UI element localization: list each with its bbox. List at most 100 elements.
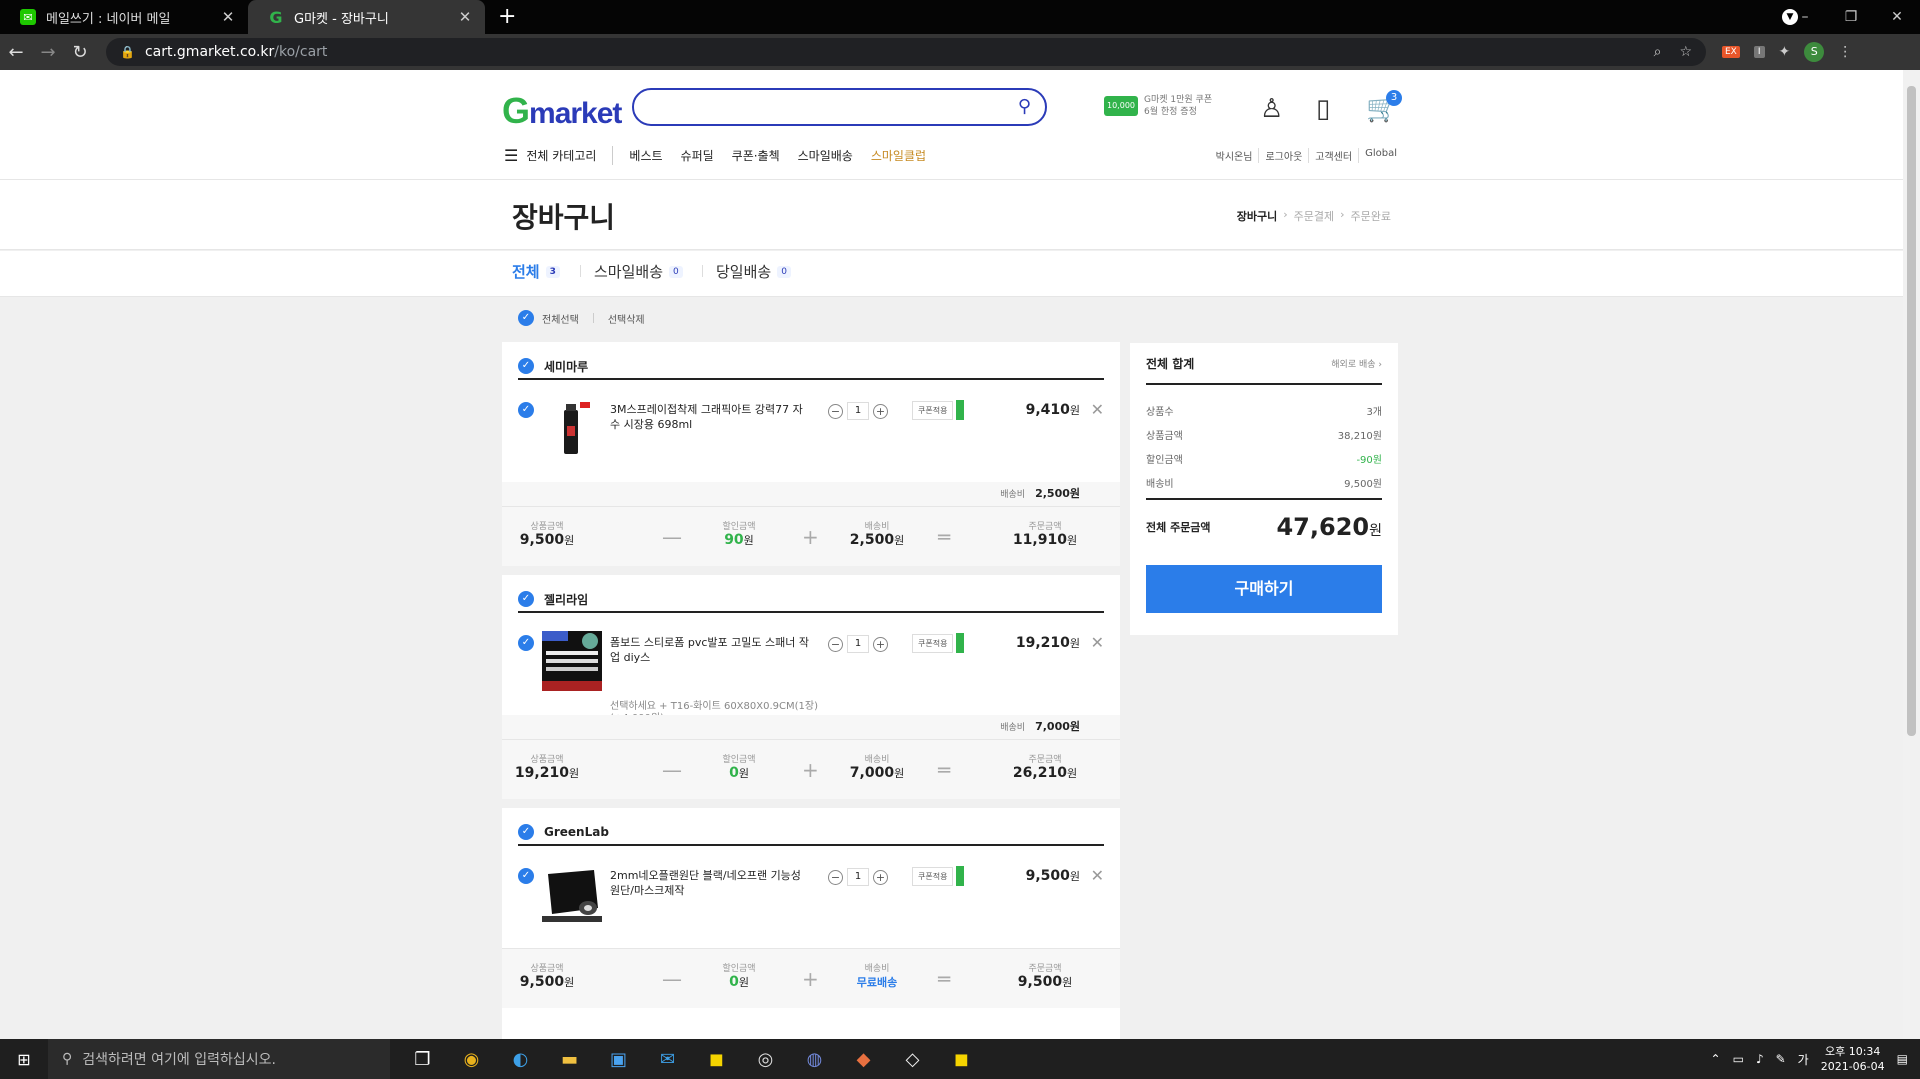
shipping-fee-row: 배송비 7,000원 — [502, 715, 1120, 739]
decrease-qty-button[interactable]: − — [828, 869, 843, 885]
extensions-puzzle-icon[interactable]: ✦ — [1779, 44, 1791, 60]
product-name[interactable]: 폼보드 스티로폼 pvc발포 고밀도 스패너 작업 diy스 — [610, 635, 810, 665]
global-link[interactable]: Global — [1358, 148, 1403, 163]
nav-smile-club[interactable]: 스마일클럽 — [871, 147, 926, 164]
purchase-button[interactable]: 구매하기 — [1146, 565, 1382, 613]
tab-all[interactable]: 전체 3 — [512, 261, 560, 282]
chrome-menu-icon[interactable]: ⋮ — [1838, 44, 1852, 60]
seller-checkbox[interactable]: ✓ — [518, 824, 534, 840]
increase-qty-button[interactable]: + — [873, 636, 888, 652]
address-bar[interactable]: 🔒 cart.gmarket.co.kr/ko/cart ⌕ ☆ — [106, 38, 1706, 66]
chrome-icon[interactable]: ◉ — [447, 1049, 496, 1070]
summary-shipping: 무료배송 — [856, 976, 898, 989]
search-icon[interactable]: ⚲ — [1018, 96, 1031, 117]
restore-icon[interactable]: ❐ — [1828, 9, 1874, 25]
product-thumbnail[interactable] — [542, 631, 602, 691]
tab-gmarket-cart[interactable]: G G마켓 - 장바구니 ✕ — [248, 0, 485, 34]
product-name[interactable]: 2mm네오플랜원단 블랙/네오프랜 기능성원단/마스크제작 — [610, 868, 810, 898]
product-thumbnail[interactable] — [542, 398, 602, 458]
task-view-icon[interactable]: ❐ — [398, 1049, 447, 1070]
coupon-apply-button[interactable]: 쿠폰적용 — [912, 400, 965, 420]
quantity-field[interactable]: 1 — [847, 402, 869, 420]
notification-icon[interactable]: ▤ — [1897, 1052, 1908, 1066]
discord-icon[interactable]: ◍ — [790, 1049, 839, 1070]
zoom-icon[interactable]: ⌕ — [1654, 44, 1662, 60]
close-tab-icon[interactable]: ✕ — [220, 8, 236, 26]
kakaotalk-icon[interactable]: ◼ — [692, 1049, 741, 1070]
coupon-promo-banner[interactable]: 10,000 G마켓 1만원 쿠폰 6월 한정 증정 — [1104, 94, 1212, 118]
overseas-shipping-link[interactable]: 해외로 배송 › — [1331, 357, 1382, 370]
page-scrollbar[interactable] — [1903, 70, 1920, 1039]
new-tab-button[interactable]: + — [498, 4, 516, 29]
app-icon[interactable]: ◆ — [839, 1049, 888, 1070]
seller-name[interactable]: 세미마루 — [544, 358, 588, 375]
forward-icon[interactable]: → — [32, 42, 64, 63]
item-price: 9,410원 — [1025, 402, 1080, 418]
obs-icon[interactable]: ◎ — [741, 1049, 790, 1070]
logout-link[interactable]: 로그아웃 — [1258, 148, 1308, 163]
search-input[interactable]: ⚲ — [632, 88, 1047, 126]
file-explorer-icon[interactable]: ▬ — [545, 1049, 594, 1070]
app-icon[interactable]: ◇ — [888, 1049, 937, 1070]
tray-overflow-icon[interactable]: ⌃ — [1711, 1052, 1721, 1066]
nav-coupon[interactable]: 쿠폰·출첵 — [732, 147, 780, 164]
clock[interactable]: 오후 10:34 2021-06-04 — [1821, 1044, 1885, 1074]
my-account-icon[interactable]: ♙ — [1260, 94, 1283, 124]
seller-name[interactable]: GreenLab — [544, 825, 609, 839]
remove-item-icon[interactable]: ✕ — [1091, 866, 1104, 885]
bookmark-star-icon[interactable]: ☆ — [1679, 44, 1692, 60]
customer-center-link[interactable]: 고객센터 — [1308, 148, 1358, 163]
select-all-label[interactable]: 전체선택 — [542, 311, 579, 326]
kakaotalk-icon[interactable]: ◼ — [937, 1049, 986, 1070]
item-checkbox[interactable]: ✓ — [518, 868, 534, 884]
item-checkbox[interactable]: ✓ — [518, 635, 534, 651]
nav-smile-delivery[interactable]: 스마일배송 — [798, 147, 853, 164]
close-window-icon[interactable]: ✕ — [1874, 9, 1920, 25]
increase-qty-button[interactable]: + — [873, 869, 888, 885]
mail-icon[interactable]: ✉ — [643, 1049, 692, 1070]
tab-naver-mail[interactable]: ✉ 메일쓰기 : 네이버 메일 ✕ — [0, 0, 248, 34]
increase-qty-button[interactable]: + — [873, 403, 888, 419]
store-icon[interactable]: ▣ — [594, 1049, 643, 1070]
taskbar-search-input[interactable]: ⚲ 검색하려면 여기에 입력하십시오. — [48, 1039, 390, 1079]
network-icon[interactable]: ▭ — [1733, 1052, 1744, 1066]
quantity-field[interactable]: 1 — [847, 635, 869, 653]
volume-icon[interactable]: ♪ — [1756, 1052, 1764, 1066]
summary-order-amount: 9,500 — [1017, 974, 1063, 990]
seller-checkbox[interactable]: ✓ — [518, 591, 534, 607]
close-tab-icon[interactable]: ✕ — [457, 8, 473, 26]
back-icon[interactable]: ← — [0, 42, 32, 63]
gmarket-logo[interactable]: Gmarket — [502, 90, 622, 132]
nav-best[interactable]: 베스트 — [629, 147, 662, 164]
profile-avatar[interactable]: S — [1804, 42, 1825, 62]
quantity-field[interactable]: 1 — [847, 868, 869, 886]
remove-item-icon[interactable]: ✕ — [1091, 400, 1104, 419]
recent-items-icon[interactable]: ▯ — [1316, 94, 1330, 124]
ime-indicator[interactable]: 가 — [1798, 1051, 1809, 1068]
windows-start-icon[interactable]: ⊞ — [0, 1050, 48, 1069]
remove-item-icon[interactable]: ✕ — [1091, 633, 1104, 652]
ex-extension-icon[interactable]: EX — [1722, 46, 1740, 58]
select-all-checkbox[interactable]: ✓ — [518, 310, 534, 326]
reload-icon[interactable]: ↻ — [64, 42, 96, 63]
delete-selected-button[interactable]: 선택삭제 — [608, 311, 645, 326]
edge-icon[interactable]: ◐ — [496, 1049, 545, 1070]
seller-checkbox[interactable]: ✓ — [518, 358, 534, 374]
pen-icon[interactable]: ✎ — [1776, 1052, 1786, 1066]
tab-smile-delivery[interactable]: 스마일배송 0 — [580, 261, 683, 282]
tab-same-day-delivery[interactable]: 당일배송 0 — [702, 261, 791, 282]
minimize-icon[interactable]: – — [1782, 9, 1828, 25]
all-categories-button[interactable]: ☰ 전체 카테고리 — [504, 146, 614, 165]
coupon-apply-button[interactable]: 쿠폰적용 — [912, 866, 965, 886]
product-thumbnail[interactable] — [542, 864, 602, 924]
nav-superdeal[interactable]: 슈퍼딜 — [681, 147, 714, 164]
item-checkbox[interactable]: ✓ — [518, 402, 534, 418]
user-name-link[interactable]: 박시온님 — [1210, 148, 1259, 163]
coupon-apply-button[interactable]: 쿠폰적용 — [912, 633, 965, 653]
i-extension-icon[interactable]: I — [1753, 46, 1765, 58]
seller-name[interactable]: 젤리라임 — [544, 591, 588, 608]
decrease-qty-button[interactable]: − — [828, 636, 843, 652]
decrease-qty-button[interactable]: − — [828, 403, 843, 419]
product-name[interactable]: 3M스프레이접착제 그래픽아트 강력77 자수 시장용 698ml — [610, 402, 810, 432]
lock-icon[interactable]: 🔒 — [120, 45, 135, 59]
